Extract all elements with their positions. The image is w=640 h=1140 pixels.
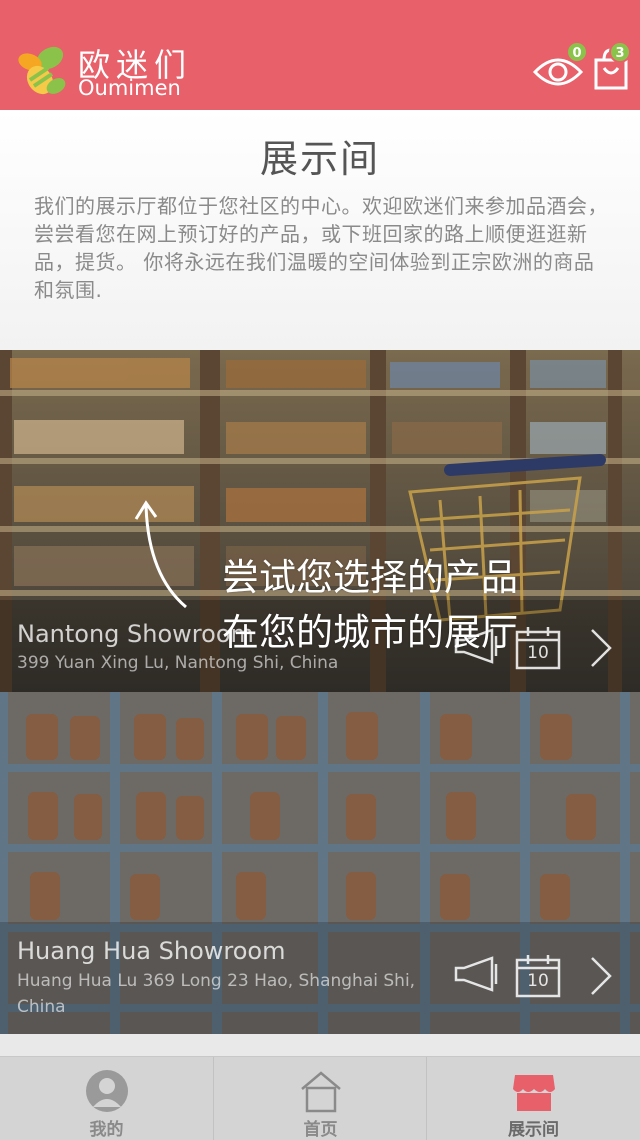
page-title: 展示间 bbox=[259, 137, 380, 181]
page-description: 我们的展示厅都位于您社区的中心。欢迎欧迷们来参加品酒会，尝尝看您在网上预订好的产… bbox=[34, 194, 608, 302]
calendar-day: 10 bbox=[527, 971, 549, 991]
showroom-card-huanghua[interactable]: Huang Hua Showroom Huang Hua Lu 369 Long… bbox=[0, 692, 640, 1034]
megaphone-icon[interactable] bbox=[452, 954, 500, 994]
cart-count-badge: 3 bbox=[609, 41, 631, 63]
bee-logo-icon bbox=[18, 46, 66, 95]
showroom-address: Huang Hua Lu 369 Long 23 Hao, Shanghai S… bbox=[17, 971, 416, 1017]
hint-text: 尝试您选择的产品在您的城市的展厅 bbox=[222, 556, 518, 654]
profile-icon bbox=[86, 1070, 128, 1112]
nav-label: 我的 bbox=[89, 1120, 124, 1140]
calendar-button[interactable]: 10 bbox=[514, 954, 562, 998]
chevron-right-icon[interactable] bbox=[586, 954, 614, 998]
chevron-right-icon[interactable] bbox=[586, 626, 614, 670]
brand-name-en: Oumimen bbox=[78, 76, 181, 100]
nav-label: 首页 bbox=[303, 1120, 338, 1140]
viewed-count-badge: 0 bbox=[566, 41, 588, 63]
hint-arrow-icon bbox=[134, 500, 187, 609]
nav-spacer bbox=[0, 1034, 640, 1056]
bottom-nav: 我的 首页 展示间 bbox=[0, 1056, 640, 1140]
showroom-name: Nantong Showroom bbox=[17, 620, 254, 648]
nav-item-home[interactable]: 首页 bbox=[213, 1057, 426, 1140]
showroom-name: Huang Hua Showroom bbox=[17, 937, 286, 965]
nav-item-showroom[interactable]: 展示间 bbox=[426, 1057, 640, 1140]
nav-label: 展示间 bbox=[508, 1120, 559, 1140]
nav-item-mine[interactable]: 我的 bbox=[0, 1057, 213, 1140]
home-icon bbox=[301, 1071, 341, 1113]
store-icon bbox=[513, 1075, 555, 1111]
app-header: 欧迷们 Oumimen 0 3 bbox=[0, 0, 640, 110]
